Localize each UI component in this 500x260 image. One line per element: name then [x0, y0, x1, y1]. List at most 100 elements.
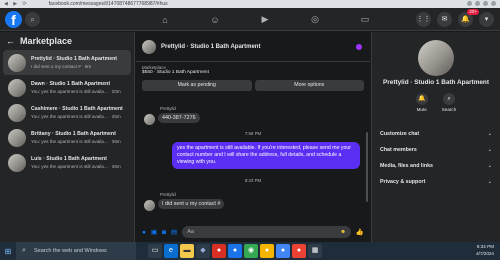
section-label: Chat members	[380, 147, 417, 153]
facebook-logo[interactable]: f	[5, 11, 22, 28]
conversation-preview: You: yes the apartment is still availa..…	[31, 114, 121, 119]
gaming-icon[interactable]: ▭	[340, 8, 390, 31]
conversation-title: Cashimere · Studio 1 Bath Apartment	[31, 106, 123, 112]
notifications-icon[interactable]: 🔔 20+	[458, 9, 479, 27]
chat-pane: Prettylid · Studio 1 Bath Apartment Mark…	[136, 32, 370, 242]
mark-pending-button[interactable]: Mark as pending	[142, 80, 252, 91]
listing-price-title[interactable]: $550 · Studio 1 Bath Apartment	[142, 70, 364, 75]
listing-actions: Mark as pending More options	[136, 76, 370, 95]
sender-name: Prettylid	[160, 106, 176, 111]
conversation-title: Brittany · Studio 1 Bath Apartment	[31, 131, 116, 137]
windows-start-icon[interactable]: ⊞	[0, 242, 16, 260]
conversation-item[interactable]: Cashimere · Studio 1 Bath Apartment You: …	[3, 100, 131, 125]
chat-title[interactable]: Prettylid · Studio 1 Bath Apartment	[161, 44, 260, 50]
info-actions: 🔔 Mute ⌕ Search	[372, 93, 500, 112]
menu-grid-icon[interactable]: ⋮⋮	[416, 12, 431, 27]
conversation-preview: You: yes the apartment is still availa..…	[31, 139, 121, 144]
chevron-down-icon: ⌄	[487, 163, 492, 169]
system-clock[interactable]: 8:34 PM 4/7/2024	[476, 243, 494, 257]
message-composer: ● ▣ ◙ ▤ Aa ☻ 👍	[136, 222, 370, 242]
account-avatar[interactable]: ▾	[479, 12, 494, 27]
browser-nav-icons[interactable]: ◀ ▶ ⟳	[4, 1, 29, 7]
app-icon[interactable]: ●	[228, 244, 242, 258]
app-icon[interactable]: ▦	[308, 244, 322, 258]
outgoing-message[interactable]: yes the apartment is still available. If…	[172, 142, 360, 169]
pane-header: ← Marketplace	[0, 32, 134, 50]
mic-icon[interactable]: ●	[142, 229, 146, 236]
home-icon[interactable]: ⌂	[140, 8, 190, 31]
chrome-icon[interactable]: ◉	[244, 244, 258, 258]
like-icon[interactable]: 👍	[356, 228, 364, 236]
section-label: Privacy & support	[380, 179, 426, 185]
listing-photo[interactable]	[418, 40, 454, 76]
conversation-item[interactable]: Brittany · Studio 1 Bath Apartment You: y…	[3, 125, 131, 150]
sender-avatar[interactable]	[144, 200, 155, 211]
conversation-preview: You: yes the apartment is still availa..…	[31, 89, 121, 94]
app-icon[interactable]: ●	[292, 244, 306, 258]
messenger-icon[interactable]: ✉	[437, 12, 452, 27]
message-thread: Prettylid 440-387-7276 7:58 PM yes the a…	[136, 104, 370, 224]
app-icon[interactable]: ●	[260, 244, 274, 258]
sender-name: Prettylid	[160, 192, 176, 197]
pane-title: Marketplace	[20, 36, 73, 46]
sender-avatar[interactable]	[144, 114, 155, 125]
image-icon[interactable]: ▣	[151, 228, 157, 236]
edge-icon[interactable]: e	[164, 244, 178, 258]
task-view-icon[interactable]: ▭	[148, 244, 162, 258]
back-arrow-icon[interactable]: ←	[6, 36, 15, 46]
incoming-message[interactable]: 440-387-7276	[158, 113, 200, 123]
chat-members-section[interactable]: Chat members ⌄	[372, 142, 500, 158]
info-title: Prettylid · Studio 1 Bath Apartment	[383, 79, 489, 86]
conversation-list-pane: ← Marketplace Prettylid · Studio 1 Bath …	[0, 32, 135, 242]
conversation-item[interactable]: Luis · Studio 1 Bath Apartment You: yes t…	[3, 150, 131, 175]
more-options-button[interactable]: More options	[254, 80, 364, 91]
file-explorer-icon[interactable]: ▬	[180, 244, 194, 258]
section-label: Customize chat	[380, 131, 420, 137]
chevron-down-icon: ⌄	[487, 147, 492, 153]
chevron-down-icon: ⌄	[487, 131, 492, 137]
chat-header: Prettylid · Studio 1 Bath Apartment	[136, 32, 370, 62]
customize-chat-section[interactable]: Customize chat ⌄	[372, 126, 500, 142]
chat-avatar[interactable]	[142, 39, 156, 54]
store-icon[interactable]: ◆	[196, 244, 210, 258]
search-icon: ⌕	[443, 93, 455, 105]
gif-icon[interactable]: ▤	[171, 228, 177, 236]
search-icon[interactable]: ⌕	[25, 12, 40, 27]
message-input[interactable]: Aa ☻	[182, 226, 351, 238]
emoji-icon[interactable]: ☻	[340, 226, 346, 238]
listing-thumbnail	[8, 78, 26, 97]
sticker-icon[interactable]: ◙	[162, 229, 166, 236]
windows-taskbar: ⊞ Search the web and Windows ▭ e ▬ ◆ ● ●…	[0, 242, 500, 260]
conversation-item[interactable]: Prettylid · Studio 1 Bath Apartment I did…	[3, 50, 131, 75]
section-label: Media, files and links	[380, 163, 433, 169]
app-icon[interactable]: ●	[276, 244, 290, 258]
watch-icon[interactable]: ▶	[240, 8, 290, 31]
address-bar[interactable]: facebook.com/messages/t/1470874867776898…	[49, 1, 168, 7]
main-nav: ⌂ ☺ ▶ ◎ ▭	[140, 8, 390, 31]
mute-label: Mute	[416, 107, 427, 112]
listing-summary: Marketplace $550 · Studio 1 Bath Apartme…	[136, 62, 370, 76]
browser-extension-icons	[467, 1, 496, 6]
search-label: Search	[441, 107, 457, 112]
chevron-down-icon: ⌄	[487, 179, 492, 185]
browser-toolbar: ◀ ▶ ⟳ facebook.com/messages/t/1470874867…	[0, 0, 500, 8]
thread-scrollbar[interactable]	[366, 132, 368, 202]
conversation-item[interactable]: Dawn · Studio 1 Bath Apartment You: yes t…	[3, 75, 131, 100]
info-icon[interactable]	[356, 44, 362, 50]
groups-icon[interactable]: ◎	[290, 8, 340, 31]
privacy-support-section[interactable]: Privacy & support ⌄	[372, 174, 500, 190]
timestamp: 7:58 PM	[244, 131, 262, 136]
friends-icon[interactable]: ☺	[190, 8, 240, 31]
conversation-title: Dawn · Studio 1 Bath Apartment	[31, 81, 111, 87]
notification-badge: 20+	[467, 9, 479, 15]
mute-button[interactable]: 🔔 Mute	[415, 93, 428, 112]
listing-thumbnail	[8, 128, 26, 147]
incoming-message[interactable]: I did sent u my contact #	[158, 199, 225, 209]
media-files-section[interactable]: Media, files and links ⌄	[372, 158, 500, 174]
search-button[interactable]: ⌕ Search	[441, 93, 457, 112]
facebook-header: f ⌕ ⌂ ☺ ▶ ◎ ▭ ⋮⋮ ✉ 🔔 20+ ▾	[0, 8, 500, 31]
taskbar-search[interactable]: Search the web and Windows	[16, 242, 136, 260]
app-icon[interactable]: ●	[212, 244, 226, 258]
taskbar-apps: ▭ e ▬ ◆ ● ● ◉ ● ● ● ▦	[148, 244, 322, 258]
conversation-title: Prettylid · Studio 1 Bath Apartment	[31, 56, 117, 62]
